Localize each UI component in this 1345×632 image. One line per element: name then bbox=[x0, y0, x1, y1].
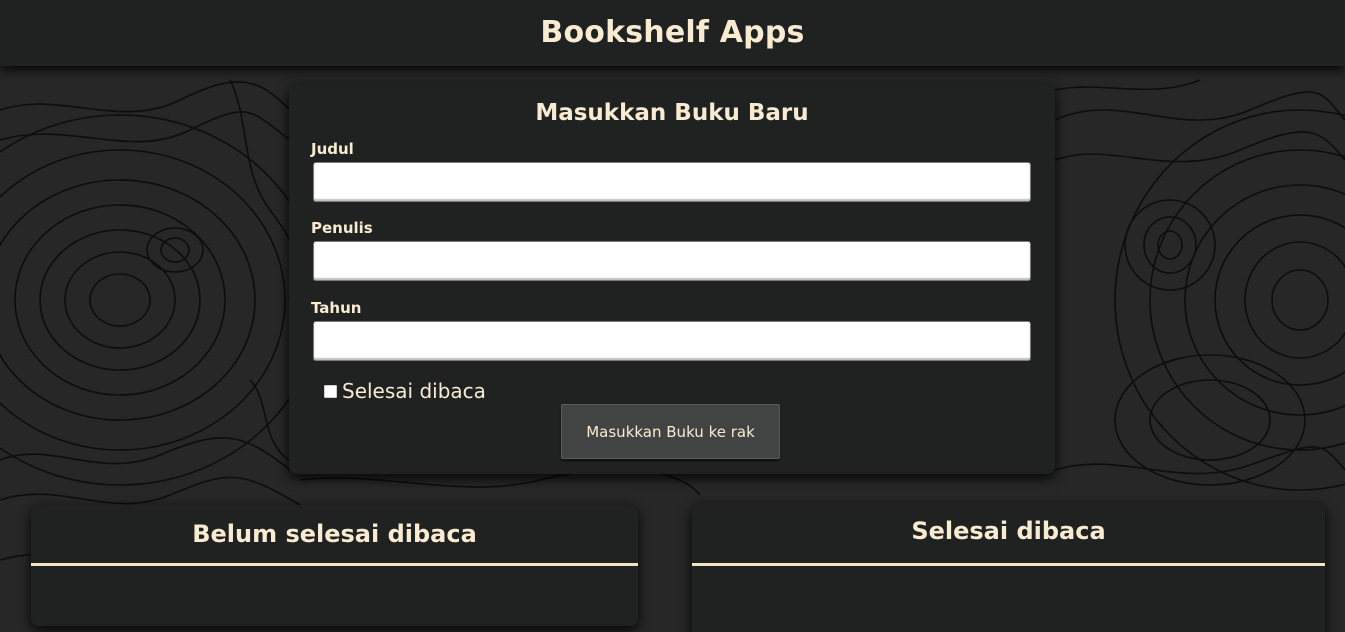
incomplete-bookshelf: Belum selesai dibaca bbox=[31, 505, 638, 626]
complete-shelf-divider bbox=[692, 563, 1325, 566]
incomplete-shelf-divider bbox=[31, 563, 638, 566]
title-label: Judul bbox=[311, 140, 354, 158]
is-complete-row: Selesai dibaca bbox=[324, 378, 486, 404]
submit-book-button[interactable]: Masukkan Buku ke rak bbox=[561, 404, 780, 459]
app-title: Bookshelf Apps bbox=[540, 14, 805, 50]
incomplete-shelf-title: Belum selesai dibaca bbox=[192, 520, 477, 548]
complete-bookshelf: Selesai dibaca bbox=[692, 503, 1325, 632]
author-label: Penulis bbox=[311, 219, 373, 237]
complete-shelf-title: Selesai dibaca bbox=[911, 517, 1106, 545]
app-header: Bookshelf Apps bbox=[0, 0, 1345, 66]
is-complete-label[interactable]: Selesai dibaca bbox=[342, 379, 486, 403]
title-input[interactable] bbox=[313, 162, 1031, 202]
input-section-title: Masukkan Buku Baru bbox=[535, 100, 809, 126]
year-input[interactable] bbox=[313, 321, 1031, 361]
year-label: Tahun bbox=[311, 299, 362, 317]
input-book-section: Masukkan Buku Baru Judul Penulis Tahun S… bbox=[289, 84, 1055, 474]
author-input[interactable] bbox=[313, 241, 1031, 281]
is-complete-checkbox[interactable] bbox=[324, 384, 337, 398]
